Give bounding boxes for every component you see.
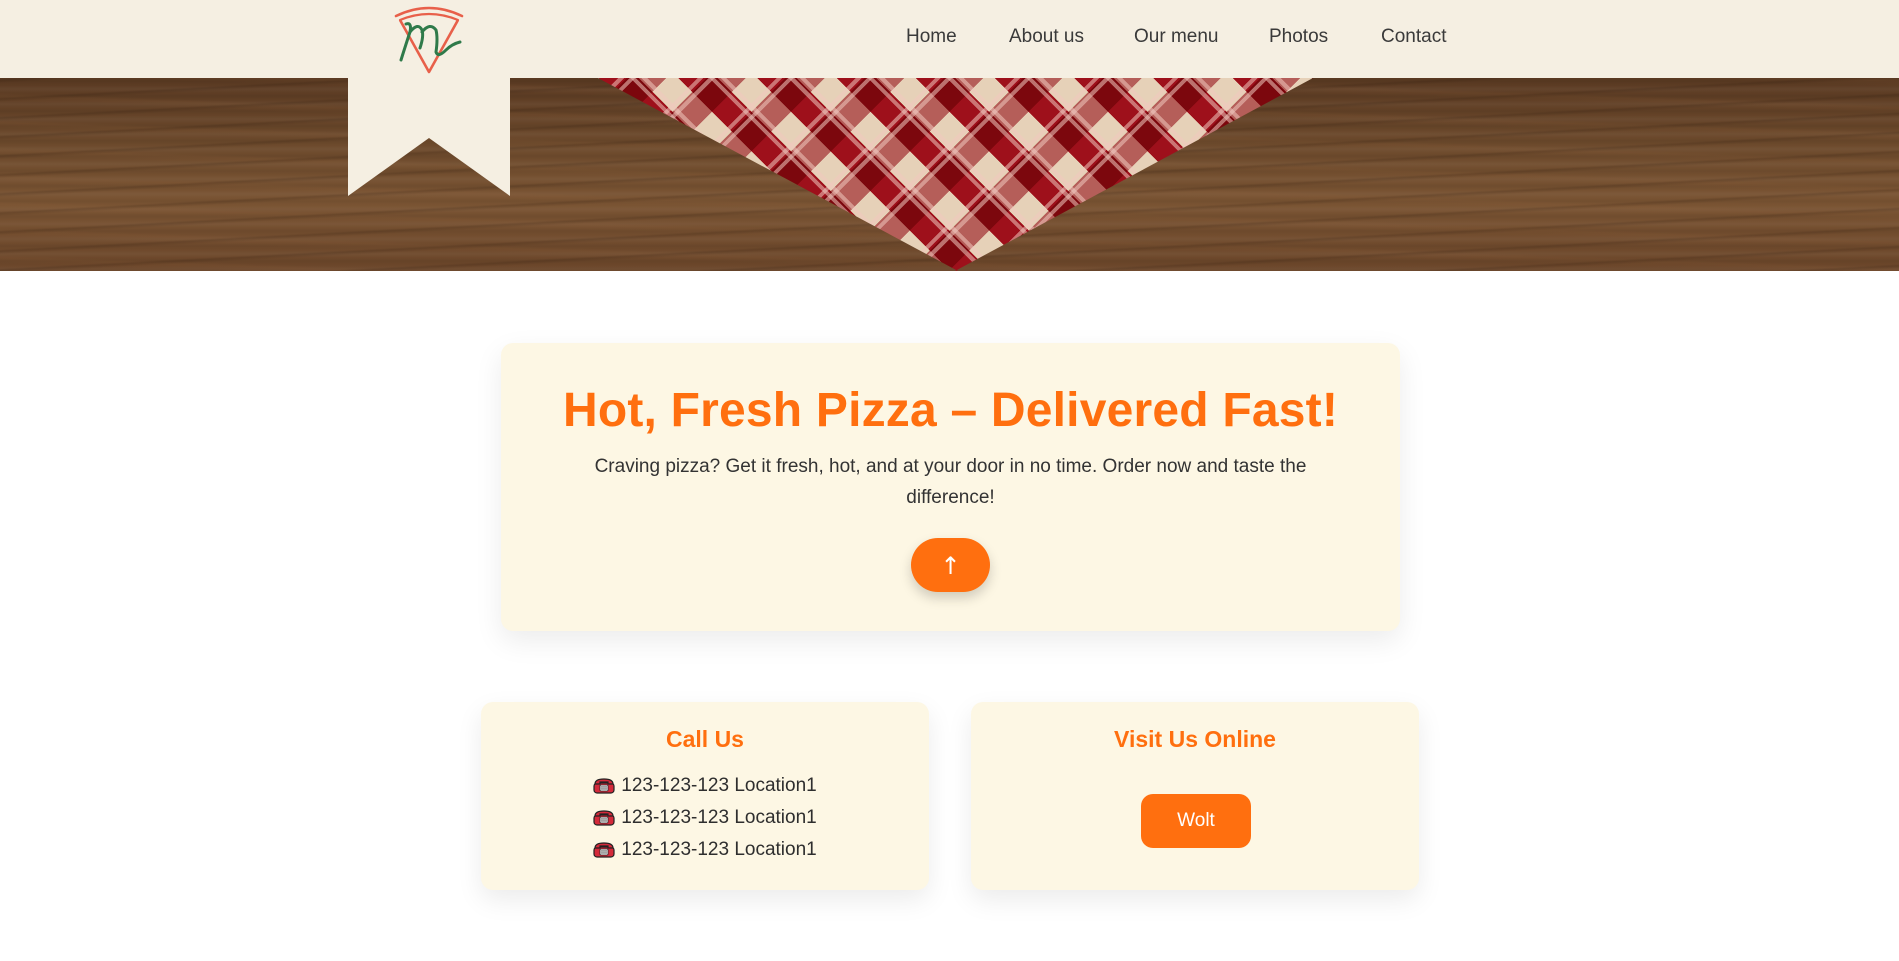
hero-banner <box>0 78 1899 271</box>
phone-text: 123-123-123 Location1 <box>621 807 817 828</box>
phone-list: 123-123-123 Location1 123-123-123 Locati… <box>481 770 929 866</box>
phone-text: 123-123-123 Location1 <box>621 775 817 796</box>
scroll-up-button[interactable]: ↑ <box>911 538 990 592</box>
visit-online-card: Visit Us Online Wolt <box>971 702 1419 890</box>
nav-contact[interactable]: Contact <box>1381 26 1446 48</box>
phone-text: 123-123-123 Location1 <box>621 839 817 860</box>
hero-title: Hot, Fresh Pizza – Delivered Fast! <box>562 384 1339 437</box>
call-us-title: Call Us <box>666 726 744 752</box>
nav-photos[interactable]: Photos <box>1269 26 1328 48</box>
telephone-icon <box>593 842 615 858</box>
nav-home[interactable]: Home <box>906 26 957 48</box>
wolt-button[interactable]: Wolt <box>1141 794 1251 848</box>
hero-card: Hot, Fresh Pizza – Delivered Fast! Cravi… <box>501 343 1400 631</box>
phone-item[interactable]: 123-123-123 Location1 <box>481 770 929 802</box>
telephone-icon <box>593 810 615 826</box>
visit-online-title: Visit Us Online <box>1114 726 1276 752</box>
nav-our-menu[interactable]: Our menu <box>1134 26 1218 48</box>
call-us-card: Call Us 123-123-123 Location1 123-123-12… <box>481 702 929 890</box>
pizza-slice-logo-icon <box>394 6 464 74</box>
site-header: Home About us Our menu Photos Contact <box>0 0 1899 78</box>
nav-about-us[interactable]: About us <box>1009 26 1084 48</box>
phone-item[interactable]: 123-123-123 Location1 <box>481 802 929 834</box>
phone-item[interactable]: 123-123-123 Location1 <box>481 834 929 866</box>
telephone-icon <box>593 778 615 794</box>
hero-text: Craving pizza? Get it fresh, hot, and at… <box>594 456 1307 508</box>
